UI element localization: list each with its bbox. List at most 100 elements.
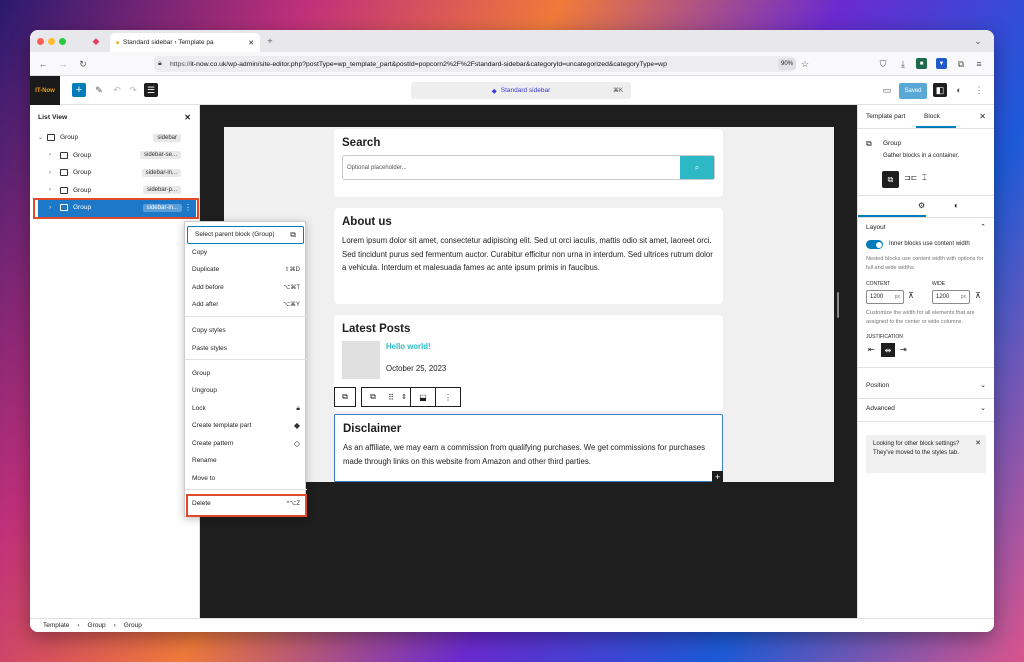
search-input[interactable]: Optional placeholder... ⌕ (342, 155, 715, 180)
disclaimer-paragraph[interactable]: As an affiliate, we may earn a commissio… (343, 441, 714, 468)
extensions-puzzle-icon[interactable]: ⧉ (954, 57, 968, 71)
post-link[interactable]: Hello world! (386, 342, 446, 351)
minimize-window-button[interactable] (48, 38, 55, 45)
chevron-right-icon[interactable]: › (49, 152, 51, 158)
pocket-icon[interactable]: ◆ (90, 35, 102, 47)
forward-arrow-icon[interactable]: → (56, 57, 70, 71)
options-kebab-icon[interactable]: ⋮ (972, 83, 986, 97)
chevron-down-icon[interactable]: ⌄ (980, 381, 986, 389)
menu-paste-styles[interactable]: Paste styles (185, 340, 307, 358)
menu-create-pattern[interactable]: Create pattern ◇ (185, 435, 307, 453)
variation-row-icon[interactable]: ⊐⊏ (904, 173, 917, 182)
saved-button[interactable]: Saved (899, 83, 927, 99)
breadcrumb-item-template[interactable]: Template (43, 622, 69, 629)
menu-lock[interactable]: Lock 🔒︎ (185, 400, 307, 418)
settings-gear-icon[interactable]: ⚙ (918, 201, 925, 210)
canvas-resize-handle[interactable] (837, 292, 839, 318)
downloads-icon[interactable]: ⤓ (896, 57, 910, 71)
site-logo[interactable]: IT-Now (30, 76, 60, 105)
disclaimer-block[interactable]: Disclaimer As an affiliate, we may earn … (334, 414, 723, 482)
maximize-window-button[interactable] (59, 38, 66, 45)
menu-create-template-part[interactable]: Create template part ◆ (185, 417, 307, 435)
list-row-group-root[interactable]: ⌄ Group sidebar (30, 129, 199, 147)
close-window-button[interactable] (37, 38, 44, 45)
chevron-right-icon[interactable]: › (49, 187, 51, 193)
device-preview-icon[interactable]: ▭ (880, 83, 894, 97)
redo-icon[interactable]: ↷ (126, 83, 140, 97)
chevron-up-icon[interactable]: ⌃ (980, 223, 986, 231)
wide-width-justify-icon[interactable]: ⊼ (975, 291, 981, 300)
menu-group[interactable]: Group (185, 365, 307, 383)
menu-duplicate[interactable]: Duplicate ⇧⌘D (185, 261, 307, 279)
menu-add-before[interactable]: Add before ⌥⌘T (185, 279, 307, 297)
close-tab-icon[interactable]: ✕ (248, 39, 254, 47)
menu-ungroup[interactable]: Ungroup (185, 382, 307, 400)
justify-center-icon[interactable]: ⇹ (881, 343, 895, 357)
dismiss-notice-icon[interactable]: ✕ (975, 439, 981, 448)
content-width-justify-icon[interactable]: ⊼ (908, 291, 914, 300)
reload-icon[interactable]: ↻ (76, 57, 90, 71)
inner-blocks-toggle[interactable] (866, 240, 883, 249)
align-icon[interactable]: ⬓ (411, 393, 435, 402)
menu-copy[interactable]: Copy (185, 244, 307, 262)
close-list-view-icon[interactable]: ✕ (184, 113, 191, 122)
justify-right-icon[interactable]: ⇥ (900, 345, 907, 354)
block-inserter-button[interactable]: + (72, 83, 86, 97)
pocket-save-icon[interactable]: ⛉ (876, 57, 890, 71)
tab-list-chevron-icon[interactable]: ⌄ (972, 35, 984, 47)
about-heading[interactable]: About us (342, 216, 715, 228)
zoom-level[interactable]: 90% (778, 58, 796, 70)
wide-width-input[interactable]: 1200 px (932, 290, 970, 304)
tab-template-part[interactable]: Template part (866, 113, 905, 120)
menu-select-parent[interactable]: Select parent block (Group) ⧉ (187, 226, 304, 244)
breadcrumb-item-group[interactable]: Group (88, 622, 106, 629)
command-palette-button[interactable]: ◆ Standard sidebar ⌘K (411, 82, 631, 99)
content-width-input[interactable]: 1200 px (866, 290, 904, 304)
select-parent-toolbar-button[interactable]: ⧉ (334, 387, 356, 407)
list-row-group-info[interactable]: › Group sidebar-in... (30, 164, 199, 182)
position-panel-title[interactable]: Position (866, 382, 889, 389)
group-block-icon[interactable]: ⧉ (362, 392, 384, 402)
about-paragraph[interactable]: Lorem ipsum dolor sit amet, consectetur … (342, 234, 715, 275)
about-block[interactable]: About us Lorem ipsum dolor sit amet, con… (334, 208, 723, 304)
advanced-panel-title[interactable]: Advanced (866, 405, 895, 412)
variation-stack-icon[interactable]: ⌶ (922, 173, 927, 183)
close-sidebar-icon[interactable]: ✕ (979, 112, 986, 121)
list-row-group-posts[interactable]: › Group sidebar-p... (30, 182, 199, 200)
list-view-toggle-icon[interactable]: ☰ (144, 83, 158, 97)
tab-block[interactable]: Block (924, 113, 940, 120)
menu-hamburger-icon[interactable]: ≡ (972, 57, 986, 71)
block-options-kebab-icon[interactable]: ⋮ (436, 393, 460, 402)
menu-copy-styles[interactable]: Copy styles (185, 322, 307, 340)
undo-icon[interactable]: ↶ (110, 83, 124, 97)
menu-rename[interactable]: Rename (185, 452, 307, 470)
breadcrumb-item-group-current[interactable]: Group (124, 622, 142, 629)
justify-left-icon[interactable]: ⇤ (868, 345, 875, 354)
bitwarden-icon[interactable]: ▼ (936, 58, 947, 69)
back-arrow-icon[interactable]: ← (36, 57, 50, 71)
address-field[interactable]: 🔒︎ https://it-now.co.uk/wp-admin/site-ed… (154, 56, 794, 72)
search-heading[interactable]: Search (342, 137, 715, 149)
styles-half-circle-icon[interactable]: ◐ (954, 201, 959, 210)
drag-handle-icon[interactable]: ⠿ (384, 393, 398, 402)
search-block[interactable]: Search Optional placeholder... ⌕ (334, 129, 723, 197)
disclaimer-heading[interactable]: Disclaimer (343, 423, 714, 435)
styles-half-circle-icon[interactable]: ◐ (952, 83, 966, 97)
new-tab-icon[interactable]: + (264, 35, 276, 47)
tab-standard-sidebar[interactable]: ■ Standard sidebar ‹ Template pa ✕ (110, 33, 260, 52)
bookmark-star-icon[interactable]: ☆ (798, 57, 812, 71)
latest-posts-heading[interactable]: Latest Posts (342, 323, 715, 335)
settings-panel-icon[interactable]: ◧ (933, 83, 947, 97)
layout-panel-title[interactable]: Layout (866, 224, 886, 231)
chevron-down-icon[interactable]: ⌄ (38, 134, 43, 141)
extension-icon[interactable]: ■ (916, 58, 927, 69)
append-block-plus-icon[interactable]: + (712, 471, 723, 482)
chevron-down-icon[interactable]: ⌄ (980, 404, 986, 412)
variation-group-icon[interactable]: ⧉ (882, 171, 899, 188)
menu-add-after[interactable]: Add after ⌥⌘Y (185, 296, 307, 314)
move-up-down-icon[interactable]: ⇕ (398, 393, 410, 401)
list-row-group-search[interactable]: › Group sidebar-se... (30, 147, 199, 165)
menu-move-to[interactable]: Move to (185, 470, 307, 488)
search-submit-button[interactable]: ⌕ (680, 156, 714, 179)
chevron-right-icon[interactable]: › (49, 170, 51, 176)
